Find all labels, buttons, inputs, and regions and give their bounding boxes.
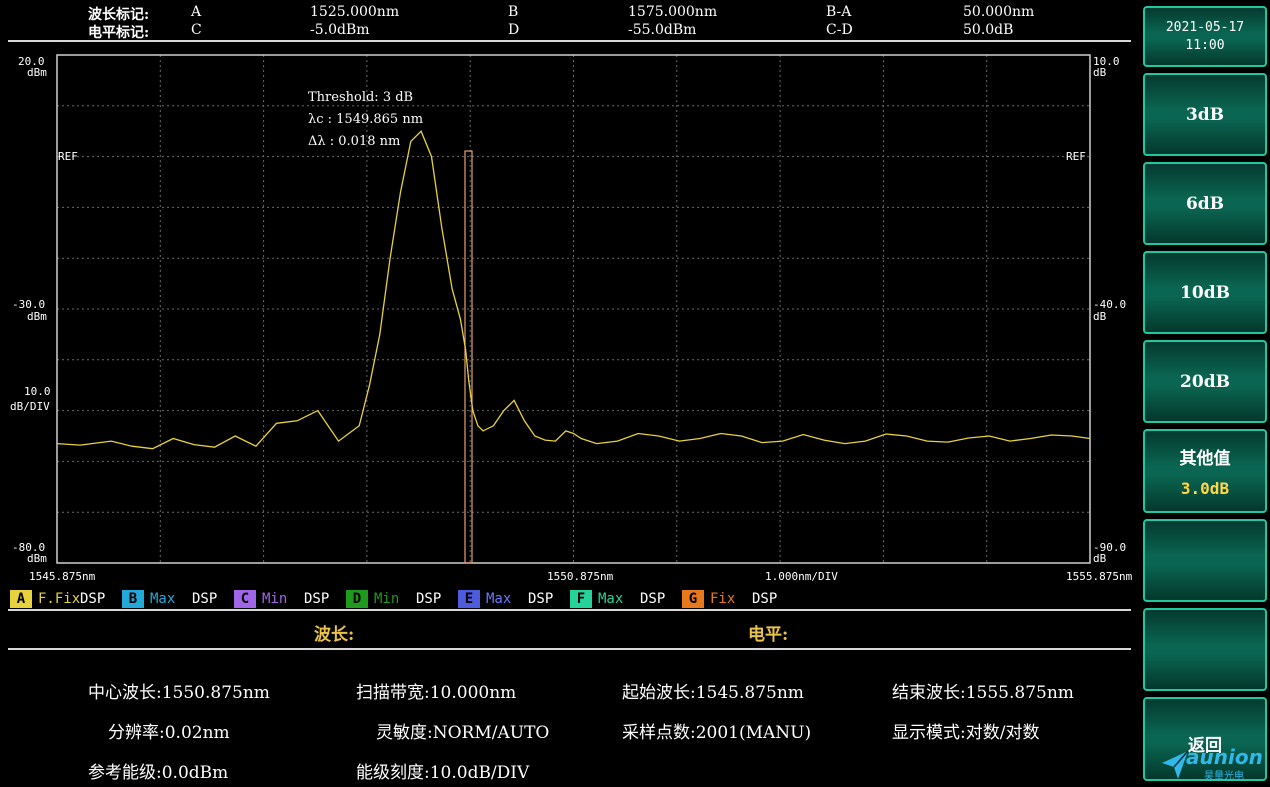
marker-d-value: -55.0dBm — [628, 22, 697, 38]
datetime-display: 2021-05-17 11:00 — [1143, 6, 1267, 67]
annotation-center-wavelength: λc : 1549.865 nm — [308, 112, 423, 127]
marker-a-key: A — [191, 4, 202, 20]
blank-softkey-2[interactable] — [1143, 608, 1267, 691]
trace-f-mode: Max — [598, 591, 624, 607]
wavelength-readout-label: 波长: — [314, 625, 355, 645]
marker-ba-key: B-A — [826, 4, 852, 20]
trace-d-key: D — [346, 590, 368, 608]
marker-b-value: 1575.000nm — [628, 4, 718, 20]
resolution-param[interactable]: 分辨率:0.02nm — [108, 718, 230, 743]
threshold-other-value: 3.0dB — [1180, 479, 1230, 498]
legend-divider — [8, 609, 1131, 611]
logo-wordmark: aunion — [1186, 745, 1263, 769]
date-text: 2021-05-17 — [1165, 19, 1245, 35]
trace-g-legend[interactable]: G Fix DSP — [682, 590, 777, 608]
threshold-other-button[interactable]: 其他值 3.0dB — [1143, 429, 1267, 513]
trace-b-mode: Max — [150, 591, 176, 607]
threshold-20db-label: 20dB — [1180, 371, 1230, 392]
threshold-20db-button[interactable]: 20dB — [1143, 340, 1267, 423]
trace-legend: A F.Fix DSP B Max DSP C Min DSP D Min DSP E Max DSP F Ma… — [10, 590, 1130, 608]
marker-cd-value: 50.0dB — [963, 22, 1014, 38]
y-right-mid-unit: dB — [1093, 310, 1107, 323]
wavelength-marker-label: 波长标记: — [88, 7, 150, 23]
logo-chinese-name: 昊量光电 — [1204, 771, 1244, 782]
trace-e-mode: Max — [486, 591, 512, 607]
trace-g-dsp: DSP — [752, 591, 778, 607]
chart-grid — [57, 55, 1090, 563]
trace-b-legend[interactable]: B Max DSP — [122, 590, 217, 608]
marker-a-value: 1525.000nm — [310, 4, 400, 20]
trace-a-key: A — [10, 590, 32, 608]
threshold-3db-label: 3dB — [1185, 104, 1225, 125]
trace-e-dsp: DSP — [528, 591, 554, 607]
trace-d-dsp: DSP — [416, 591, 442, 607]
y-right-top-unit: dB — [1093, 66, 1107, 79]
trace-a-mode: F.Fix — [38, 591, 81, 607]
center-wavelength-param[interactable]: 中心波长:1550.875nm — [88, 678, 270, 703]
level-marker-label: 电平标记: — [88, 25, 150, 41]
spectrum-chart[interactable]: 20.0 dBm -30.0 dBm 10.0 dB/DIV -80.0 dBm… — [0, 45, 1140, 590]
sensitivity-param[interactable]: 灵敏度:NORM/AUTO — [376, 718, 549, 743]
y-left-mid-unit: dBm — [27, 310, 47, 323]
annotation-threshold: Threshold: 3 dB — [308, 90, 413, 105]
trace-f-key: F — [570, 590, 592, 608]
trace-b-key: B — [122, 590, 144, 608]
x-start-label: 1545.875nm — [29, 570, 96, 583]
trace-d-mode: Min — [374, 591, 400, 607]
trace-f-legend[interactable]: F Max DSP — [570, 590, 665, 608]
trace-a-legend[interactable]: A F.Fix DSP — [10, 590, 105, 608]
trace-f-dsp: DSP — [640, 591, 666, 607]
x-center-label: 1550.875nm — [547, 570, 614, 583]
marker-b-key: B — [508, 4, 519, 20]
threshold-6db-button[interactable]: 6dB — [1143, 162, 1267, 245]
display-mode-param[interactable]: 显示模式:对数/对数 — [892, 718, 1039, 743]
start-wavelength-param[interactable]: 起始波长:1545.875nm — [622, 678, 804, 703]
threshold-other-label: 其他值 — [1179, 449, 1231, 469]
trace-g-key: G — [682, 590, 704, 608]
x-stop-label: 1555.875nm — [1066, 570, 1133, 583]
y-right-bottom-unit: dB — [1093, 552, 1107, 565]
aunion-logo: aunion 昊量光电 — [1160, 745, 1265, 783]
reference-level-param[interactable]: 参考能级:0.0dBm — [88, 758, 228, 783]
level-scale-param[interactable]: 能级刻度:10.0dB/DIV — [356, 758, 529, 783]
marker-c-key: C — [191, 22, 202, 38]
span-param[interactable]: 扫描带宽:10.000nm — [356, 678, 516, 703]
threshold-3db-button[interactable]: 3dB — [1143, 73, 1267, 156]
trace-a-dsp: DSP — [80, 591, 106, 607]
trace-c-legend[interactable]: C Min DSP — [234, 590, 329, 608]
threshold-6db-label: 6dB — [1185, 193, 1225, 214]
trace-g-mode: Fix — [710, 591, 736, 607]
x-span-label: 1.000nm/DIV — [765, 570, 838, 583]
readout-divider — [8, 648, 1131, 650]
scale-value: 10.0 — [24, 385, 51, 398]
level-marker-row: 电平标记: C -5.0dBm D -55.0dBm C-D 50.0dB — [0, 22, 1140, 41]
trace-c-dsp: DSP — [304, 591, 330, 607]
stop-wavelength-param[interactable]: 结束波长:1555.875nm — [892, 678, 1074, 703]
trace-b-dsp: DSP — [192, 591, 218, 607]
threshold-10db-label: 10dB — [1180, 282, 1230, 303]
marker-ba-value: 50.000nm — [963, 4, 1035, 20]
y-left-top-unit: dBm — [27, 66, 47, 79]
time-text: 11:00 — [1185, 37, 1225, 53]
marker-c-value: -5.0dBm — [310, 22, 370, 38]
sampling-points-param[interactable]: 采样点数:2001(MANU) — [622, 718, 811, 743]
annotation-bandwidth: Δλ : 0.018 nm — [308, 134, 400, 149]
level-readout-label: 电平: — [748, 625, 789, 645]
marker-cd-key: C-D — [826, 22, 853, 38]
trace-e-key: E — [458, 590, 480, 608]
ref-label-right: REF — [1066, 150, 1086, 163]
scale-unit: dB/DIV — [10, 400, 50, 413]
blank-softkey-1[interactable] — [1143, 519, 1267, 602]
ref-label-left: REF — [58, 150, 78, 163]
trace-e-legend[interactable]: E Max DSP — [458, 590, 553, 608]
threshold-10db-button[interactable]: 10dB — [1143, 251, 1267, 334]
header-divider — [8, 40, 1131, 42]
trace-c-mode: Min — [262, 591, 288, 607]
y-left-bottom-unit: dBm — [27, 552, 47, 565]
marker-d-key: D — [508, 22, 520, 38]
trace-d-legend[interactable]: D Min DSP — [346, 590, 441, 608]
wavelength-marker-row: 波长标记: A 1525.000nm B 1575.000nm B-A 50.0… — [0, 4, 1140, 23]
trace-c-key: C — [234, 590, 256, 608]
